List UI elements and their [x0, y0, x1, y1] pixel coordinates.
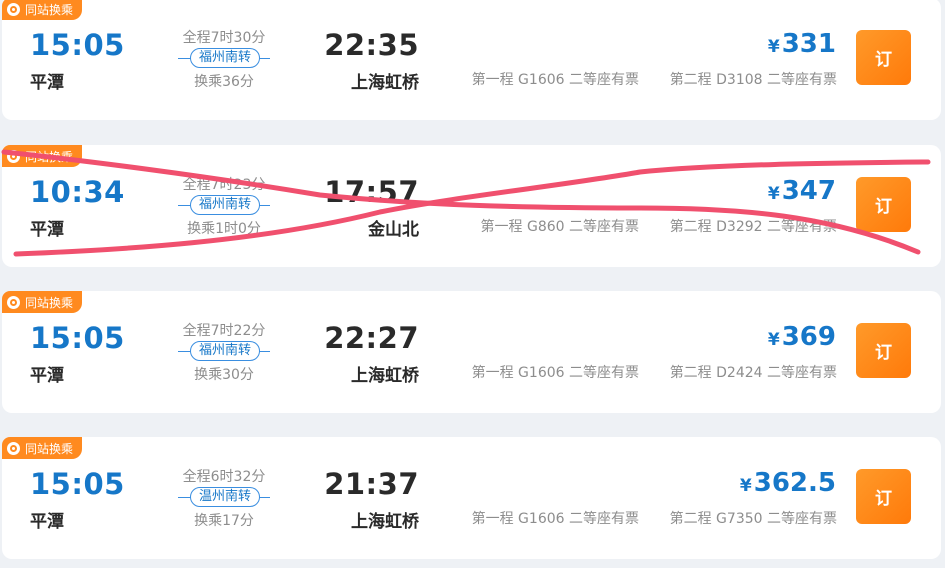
arrival-time: 17:57: [324, 175, 419, 209]
same-station-badge: 同站换乘: [2, 145, 83, 167]
badge-label: 同站换乘: [25, 2, 74, 17]
arrival-time: 21:37: [324, 467, 419, 501]
transfer-icon: [7, 2, 20, 16]
arrival-time: 22:35: [324, 28, 419, 62]
transfer-icon: [7, 295, 20, 309]
arrival-station: 金山北: [368, 220, 419, 240]
arrival-time: 22:27: [324, 321, 419, 355]
arrival-station: 上海虹桥: [351, 366, 419, 386]
currency-symbol: ¥: [767, 330, 780, 350]
transfer-icon: [7, 441, 20, 455]
badge-label: 同站换乘: [25, 441, 74, 456]
first-leg-info: 第一程 G1606 二等座有票: [471, 72, 639, 88]
second-leg-info: 第二程 D3108 二等座有票: [669, 72, 837, 88]
second-leg-info: 第二程 G7350 二等座有票: [669, 511, 837, 527]
first-leg-info: 第一程 G1606 二等座有票: [471, 365, 639, 381]
second-leg-info: 第二程 D2424 二等座有票: [669, 365, 837, 381]
book-button[interactable]: 订: [856, 30, 911, 85]
price-value: 331: [781, 29, 836, 59]
currency-symbol: ¥: [767, 184, 780, 204]
transfer-icon: [7, 149, 20, 163]
same-station-badge: 同站换乘: [2, 0, 83, 20]
currency-symbol: ¥: [767, 37, 780, 57]
book-button[interactable]: 订: [856, 323, 911, 378]
arrival-station: 上海虹桥: [351, 512, 419, 532]
price: ¥331: [622, 29, 836, 59]
second-leg-info: 第二程 D3292 二等座有票: [669, 219, 837, 235]
price: ¥362.5: [622, 468, 836, 498]
result-card[interactable]: 同站换乘 15:05 平潭 全程6时32分 温州南转 换乘17分 21:37 上…: [2, 437, 941, 559]
result-card[interactable]: 同站换乘 15:05 平潭 全程7时22分 福州南转 换乘30分 22:27 上…: [2, 291, 941, 413]
same-station-badge: 同站换乘: [2, 437, 83, 459]
badge-label: 同站换乘: [25, 295, 74, 310]
currency-symbol: ¥: [739, 476, 752, 496]
book-button[interactable]: 订: [856, 469, 911, 524]
result-card[interactable]: 同站换乘 15:05 平潭 全程7时30分 福州南转 换乘36分 22:35 上…: [2, 0, 941, 120]
arrival-station: 上海虹桥: [351, 73, 419, 93]
result-card[interactable]: 同站换乘 10:34 平潭 全程7时23分 福州南转 换乘1时0分 17:57 …: [2, 145, 941, 267]
price: ¥369: [622, 322, 836, 352]
same-station-badge: 同站换乘: [2, 291, 83, 313]
price-value: 347: [781, 176, 836, 206]
price-value: 369: [781, 322, 836, 352]
first-leg-info: 第一程 G860 二等座有票: [480, 219, 639, 235]
badge-label: 同站换乘: [25, 149, 74, 164]
first-leg-info: 第一程 G1606 二等座有票: [471, 511, 639, 527]
price: ¥347: [622, 176, 836, 206]
price-value: 362.5: [753, 468, 836, 498]
book-button[interactable]: 订: [856, 177, 911, 232]
